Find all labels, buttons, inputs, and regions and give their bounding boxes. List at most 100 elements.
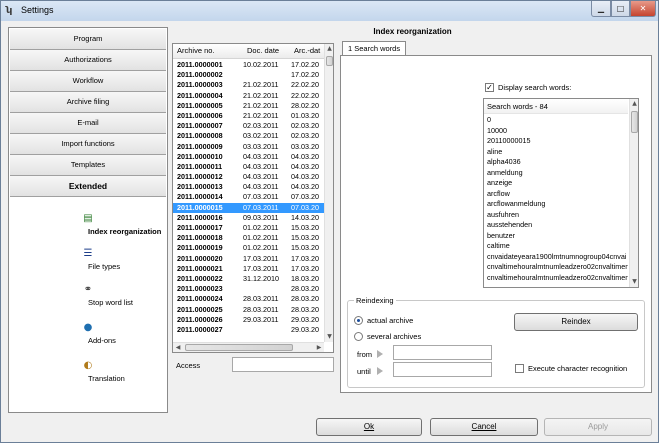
list-item[interactable]: ausfuhren (484, 210, 628, 221)
list-item[interactable]: anzeige (484, 178, 628, 189)
doc-date-cell: 31.12.2010 (243, 273, 279, 283)
actual-archive-radio[interactable] (354, 316, 363, 325)
scroll-thumb[interactable] (326, 56, 333, 66)
table-row[interactable]: 2011.0000023 28.03.20 (173, 284, 324, 294)
list-item[interactable]: caltime (484, 241, 628, 252)
archive-no-cell: 2011.0000009 (177, 141, 223, 151)
table-row[interactable]: 2011.0000012 04.03.2011 04.03.20 (173, 172, 324, 182)
list-item[interactable]: 10000 (484, 126, 628, 137)
table-row[interactable]: 2011.0000022 31.12.2010 18.03.20 (173, 274, 324, 284)
display-search-words-checkbox[interactable]: ✓ (485, 83, 494, 92)
list-item[interactable]: 0 (484, 115, 628, 126)
table-row[interactable]: 2011.0000018 01.02.2011 15.03.20 (173, 233, 324, 243)
archive-no-cell: 2011.0000007 (177, 121, 223, 131)
list-item[interactable]: 20110000015 (484, 136, 628, 147)
list-item[interactable]: cnvaltimehouralmtnumleadzero02cnvaltimen (484, 262, 628, 273)
doc-date-cell: 09.03.2011 (243, 212, 279, 222)
table-row[interactable]: 2011.0000014 07.03.2011 07.03.20 (173, 192, 324, 202)
reindex-button[interactable]: Reindex (514, 313, 638, 331)
table-row[interactable]: 2011.0000011 04.03.2011 04.03.20 (173, 162, 324, 172)
hscroll-thumb[interactable] (185, 344, 293, 351)
arc-date-cell: 17.02.20 (291, 70, 319, 80)
table-row[interactable]: 2011.0000027 29.03.20 (173, 325, 324, 335)
from-input[interactable] (393, 345, 492, 360)
nav-button-extended[interactable]: Extended (10, 176, 166, 197)
table-row[interactable]: 2011.0000008 03.02.2011 02.03.20 (173, 131, 324, 141)
table-row[interactable]: 2011.0000007 02.03.2011 02.03.20 (173, 121, 324, 131)
table-row[interactable]: 2011.0000013 04.03.2011 04.03.20 (173, 182, 324, 192)
archive-no-cell: 2011.0000005 (177, 100, 223, 110)
until-input[interactable] (393, 362, 492, 377)
nav-button-archive-filing[interactable]: Archive filing (10, 92, 166, 113)
scroll-left-icon[interactable]: ◀ (173, 343, 183, 352)
ok-button[interactable]: Ok (316, 418, 422, 436)
archive-list-hscrollbar[interactable]: ◀ ▶ (173, 342, 324, 352)
table-row[interactable]: 2011.0000009 03.03.2011 03.03.20 (173, 142, 324, 152)
column-header-archive-no[interactable]: Archive no. (177, 46, 215, 55)
nav-sub-file-types[interactable]: ☰ File types (9, 248, 167, 271)
table-row[interactable]: 2011.0000019 01.02.2011 15.03.20 (173, 243, 324, 253)
table-row[interactable]: 2011.0000025 28.03.2011 28.03.20 (173, 305, 324, 315)
tab-search-words[interactable]: 1 Search words (342, 41, 406, 56)
nav-sub-stop-word-list[interactable]: ⚭ Stop word list (9, 284, 167, 307)
table-row[interactable]: 2011.0000004 21.02.2011 22.02.20 (173, 91, 324, 101)
scroll-up-icon[interactable]: ▲ (630, 99, 638, 109)
list-item[interactable]: cnvaltimehouralmtnumleadzero02cnvaltimen (484, 273, 628, 284)
list-item[interactable]: benutzer (484, 231, 628, 242)
list-item[interactable]: aline (484, 147, 628, 158)
nav-button-templates[interactable]: Templates (10, 155, 166, 176)
client-area: Program Authorizations Workflow Archive … (4, 21, 655, 440)
table-row[interactable]: 2011.0000026 29.03.2011 29.03.20 (173, 315, 324, 325)
table-row[interactable]: 2011.0000017 01.02.2011 15.03.20 (173, 223, 324, 233)
nav-sub-index-reorganization[interactable]: ▤ Index reorganization (9, 213, 167, 236)
doc-date-cell: 04.03.2011 (243, 172, 279, 182)
archive-no-cell: 2011.0000027 (177, 324, 223, 334)
access-input[interactable] (232, 357, 334, 372)
nav-sub-translation[interactable]: ◐ Translation (9, 360, 167, 383)
archive-list[interactable]: Archive no. Doc. date Arc.-dat 2011.0000… (172, 43, 334, 353)
table-row[interactable]: 2011.0000010 04.03.2011 04.03.20 (173, 152, 324, 162)
search-words-list[interactable]: Search words - 84 0 10000 20110000015 aline… (483, 98, 639, 288)
search-words-vscrollbar[interactable]: ▲ ▼ (629, 99, 638, 287)
list-item[interactable]: anmeldung (484, 168, 628, 179)
scroll-up-icon[interactable]: ▲ (325, 44, 333, 54)
table-row[interactable]: 2011.0000006 21.02.2011 01.03.20 (173, 111, 324, 121)
list-item[interactable]: ausstehenden (484, 220, 628, 231)
cancel-button[interactable]: Cancel (430, 418, 538, 436)
table-row[interactable]: 2011.0000016 09.03.2011 14.03.20 (173, 213, 324, 223)
nav-button-import-functions[interactable]: Import functions (10, 134, 166, 155)
table-row[interactable]: 2011.0000021 17.03.2011 17.03.20 (173, 264, 324, 274)
maximize-button[interactable]: □ (611, 1, 630, 17)
list-item[interactable]: arcflowanmeldung (484, 199, 628, 210)
several-archives-label: several archives (367, 332, 422, 341)
minimize-button[interactable]: ▁ (591, 1, 611, 17)
list-item[interactable]: arcflow (484, 189, 628, 200)
nav-sub-add-ons[interactable]: ● Add-ons (9, 322, 167, 345)
title-bar: ʮ Settings ▁ □ ✕ (1, 1, 658, 21)
table-row[interactable]: 2011.0000002 17.02.20 (173, 70, 324, 80)
scroll-right-icon[interactable]: ▶ (314, 343, 324, 352)
table-row[interactable]: 2011.0000015 07.03.2011 07.03.20 (173, 202, 324, 213)
table-row[interactable]: 2011.0000003 21.02.2011 22.02.20 (173, 80, 324, 90)
table-row[interactable]: 2011.0000020 17.03.2011 17.03.20 (173, 254, 324, 264)
list-item[interactable]: cnvaidateyeara1900lmtnumnogroup04cnvai (484, 252, 628, 263)
doc-date-cell: 29.03.2011 (243, 314, 279, 324)
nav-button-workflow[interactable]: Workflow (10, 71, 166, 92)
list-item[interactable]: alpha4036 (484, 157, 628, 168)
execute-ocr-checkbox[interactable] (515, 364, 524, 373)
scroll-thumb[interactable] (631, 111, 638, 133)
nav-button-program[interactable]: Program (10, 29, 166, 50)
several-archives-radio[interactable] (354, 332, 363, 341)
scroll-down-icon[interactable]: ▼ (325, 332, 333, 342)
table-row[interactable]: 2011.0000005 21.02.2011 28.02.20 (173, 101, 324, 111)
column-header-doc-date[interactable]: Doc. date (247, 46, 279, 55)
close-button[interactable]: ✕ (630, 1, 656, 17)
archive-no-cell: 2011.0000024 (177, 294, 223, 304)
column-header-arc-date[interactable]: Arc.-dat (294, 46, 320, 55)
table-row[interactable]: 2011.0000024 28.03.2011 28.03.20 (173, 294, 324, 304)
nav-button-authorizations[interactable]: Authorizations (10, 50, 166, 71)
table-row[interactable]: 2011.0000001 10.02.2011 17.02.20 (173, 60, 324, 70)
scroll-down-icon[interactable]: ▼ (630, 277, 638, 287)
archive-list-vscrollbar[interactable]: ▲ ▼ (324, 44, 333, 342)
nav-button-e-mail[interactable]: E-mail (10, 113, 166, 134)
